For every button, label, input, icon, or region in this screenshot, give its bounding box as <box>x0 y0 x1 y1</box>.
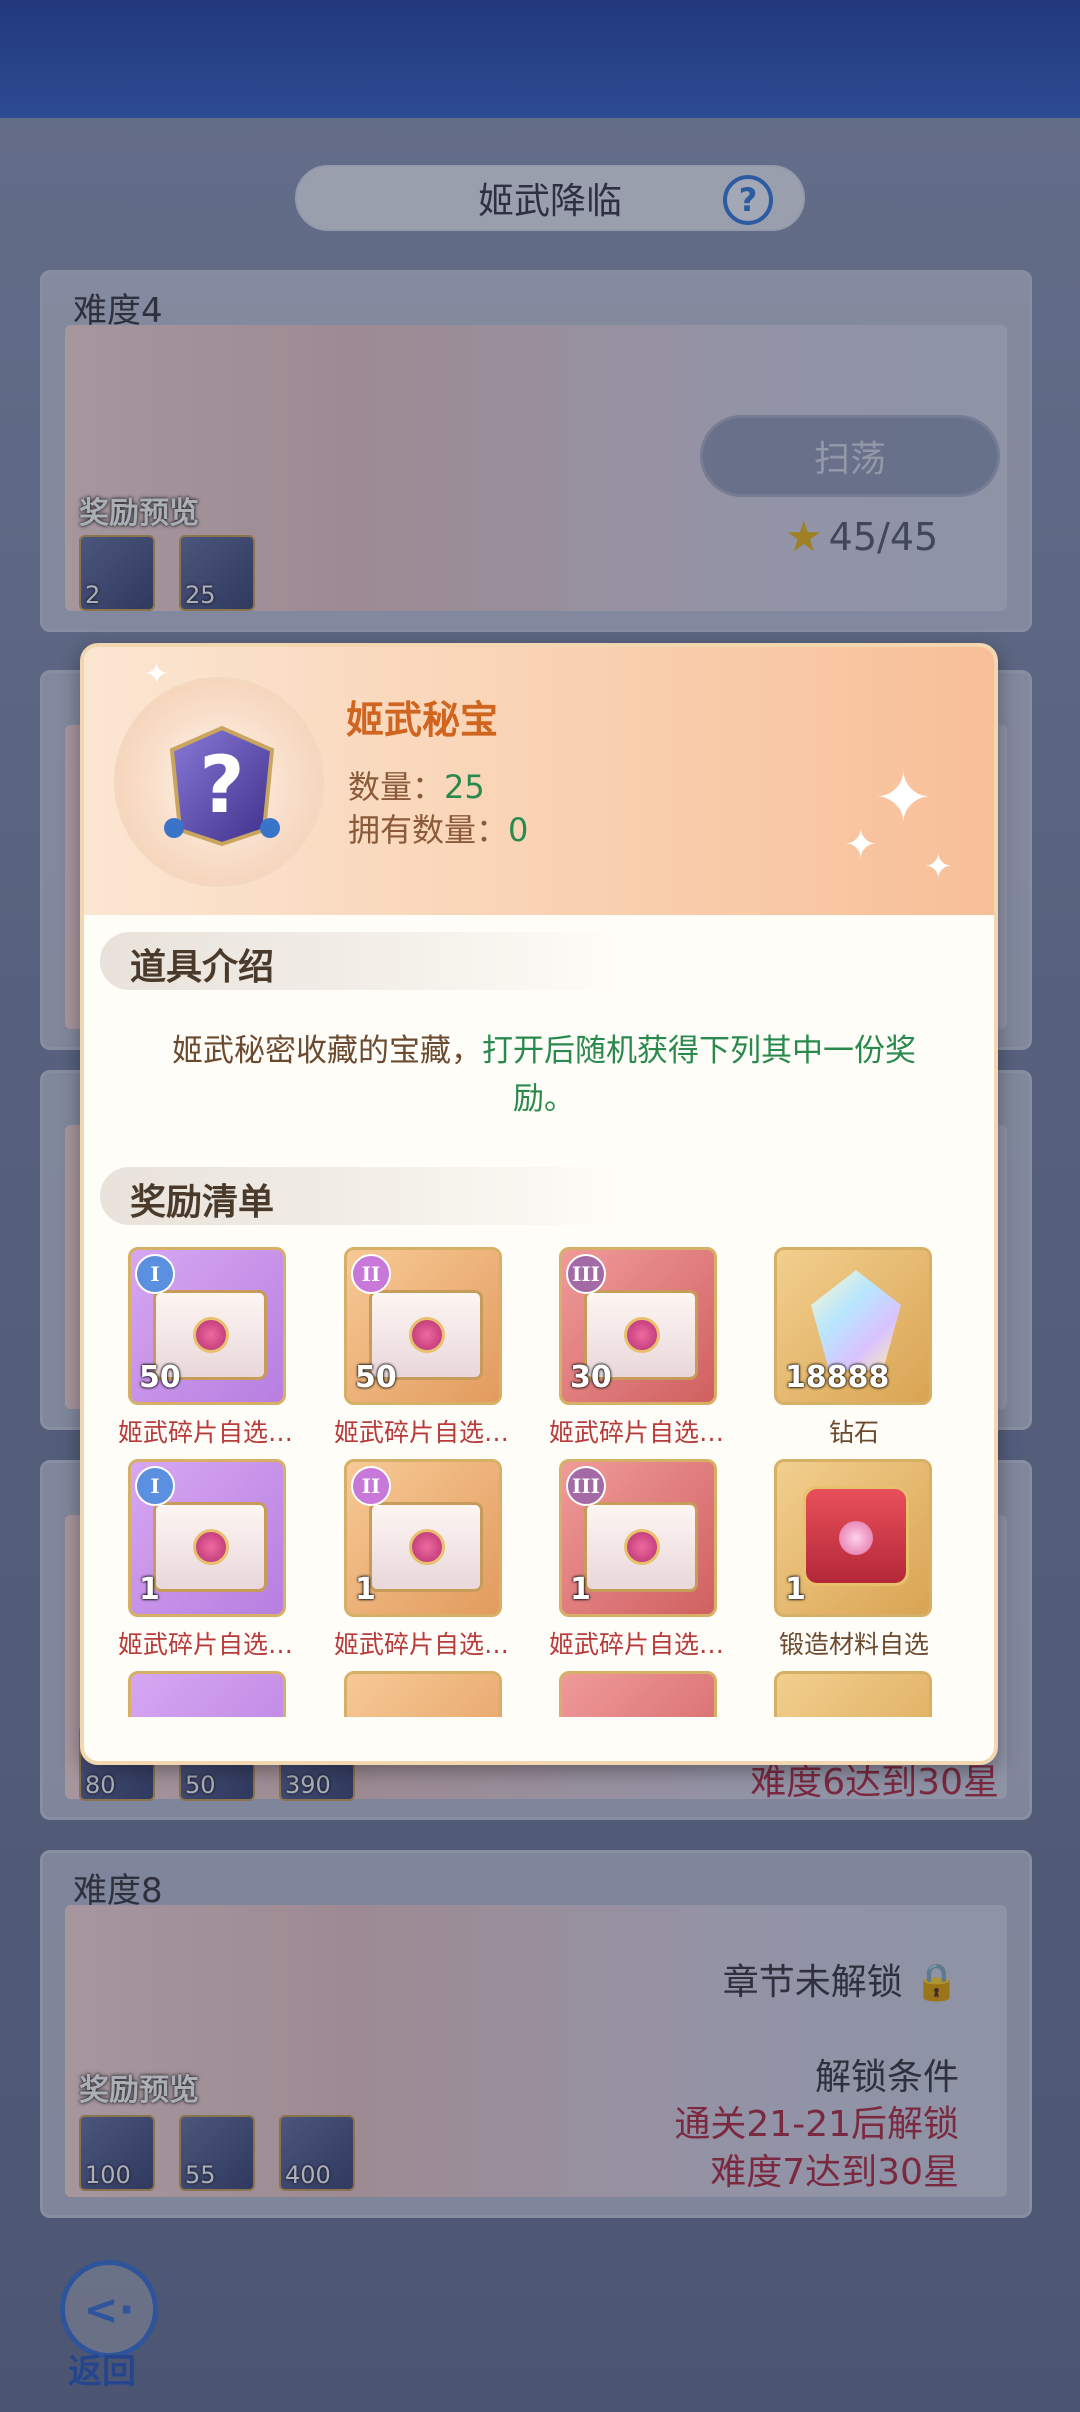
item-detail-popup: ✦ ✦ ✦ ✦ ? 姬武秘宝 数量：25 拥有数量：0 道具介绍 姬武秘密收藏的… <box>80 643 998 1765</box>
reward-name: 姬武碎片自选宝箱 <box>118 1630 298 1659</box>
reward-name: 锻造材料自选 <box>778 1630 929 1659</box>
reward-count: 1 <box>139 1572 160 1607</box>
heart-gem <box>839 1521 873 1555</box>
heart-gem <box>624 1317 660 1353</box>
item-description: 姬武秘密收藏的宝藏，打开后随机获得下列其中一份奖励。 <box>144 1027 944 1123</box>
tier-badge: II <box>351 1254 391 1294</box>
description-highlight: 打开后随机获得下列其中一份奖励。 <box>482 1033 916 1117</box>
reward-name: 姬武碎片自选宝箱 <box>334 1630 514 1659</box>
reward-item-box: 18888 <box>774 1247 932 1405</box>
reward-item-box: I 50 <box>128 1247 286 1405</box>
heart-gem <box>193 1529 229 1565</box>
quantity-label: 数量： <box>348 768 445 806</box>
reward-name: 姬武碎片自选宝箱 <box>118 1418 298 1447</box>
reward-list-section-header: 奖励清单 <box>100 1167 620 1225</box>
reward-name: 姬武碎片自选宝箱 <box>334 1418 514 1447</box>
reward-item-box: 1 <box>774 1459 932 1617</box>
heart-gem <box>193 1317 229 1353</box>
reward-name: 钻石 <box>828 1418 879 1447</box>
item-icon-frame: ? <box>114 677 324 887</box>
owned-label: 拥有数量： <box>348 811 509 849</box>
tier-badge: III <box>566 1466 606 1506</box>
reward-item-box <box>774 1671 932 1717</box>
tier-badge: I <box>135 1254 175 1294</box>
chest-icon <box>153 1502 267 1592</box>
diamond-icon <box>811 1270 901 1370</box>
owned-quantity: 拥有数量：0 <box>348 805 528 851</box>
item-name: 姬武秘宝 <box>346 698 499 742</box>
sparkle-icon: ✦ <box>924 847 953 887</box>
section-title: 道具介绍 <box>130 947 275 988</box>
reward-count: 1 <box>570 1572 591 1607</box>
reward-count: 1 <box>355 1572 376 1607</box>
sparkle-icon: ✦ <box>874 757 933 839</box>
sparkle-icon: ✦ <box>144 657 170 692</box>
reward-item-box: II 50 <box>344 1247 502 1405</box>
svg-text:?: ? <box>199 741 244 831</box>
heart-gem <box>409 1317 445 1353</box>
heart-gem <box>624 1529 660 1565</box>
reward-count: 50 <box>355 1360 397 1395</box>
quantity-value: 25 <box>444 768 485 806</box>
reward-count: 50 <box>139 1360 181 1395</box>
heart-gem <box>409 1529 445 1565</box>
reward-count: 30 <box>570 1360 612 1395</box>
reward-name: 姬武碎片自选宝箱 <box>549 1630 729 1659</box>
owned-value: 0 <box>508 811 529 849</box>
reward-item-box: III 30 <box>559 1247 717 1405</box>
reward-grid[interactable]: I 50 姬武碎片自选宝箱 II 50 姬武碎片自选宝箱 III 30 姬武碎片… <box>84 1247 994 1717</box>
mystery-chest-icon: ? <box>164 725 280 847</box>
reward-item-box <box>559 1671 717 1717</box>
reward-count: 18888 <box>785 1360 890 1395</box>
chest-icon <box>584 1502 698 1592</box>
section-title: 奖励清单 <box>130 1182 275 1223</box>
reward-item-box <box>344 1671 502 1717</box>
forge-chest-icon <box>803 1486 909 1586</box>
popup-header: ✦ ✦ ✦ ✦ ? 姬武秘宝 数量：25 拥有数量：0 <box>84 647 994 915</box>
reward-item-box: II 1 <box>344 1459 502 1617</box>
reward-count: 1 <box>785 1572 806 1607</box>
tier-badge: III <box>566 1254 606 1294</box>
item-quantity: 数量：25 <box>348 762 485 808</box>
tier-badge: I <box>135 1466 175 1506</box>
tier-badge: II <box>351 1466 391 1506</box>
reward-name: 姬武碎片自选宝箱 <box>549 1418 729 1447</box>
reward-item-box: III 1 <box>559 1459 717 1617</box>
reward-item-box <box>128 1671 286 1717</box>
intro-section-header: 道具介绍 <box>100 932 620 990</box>
chest-icon <box>369 1502 483 1592</box>
sparkle-icon: ✦ <box>844 822 878 868</box>
reward-item-box: I 1 <box>128 1459 286 1617</box>
description-text: 姬武秘密收藏的宝藏， <box>172 1033 482 1069</box>
